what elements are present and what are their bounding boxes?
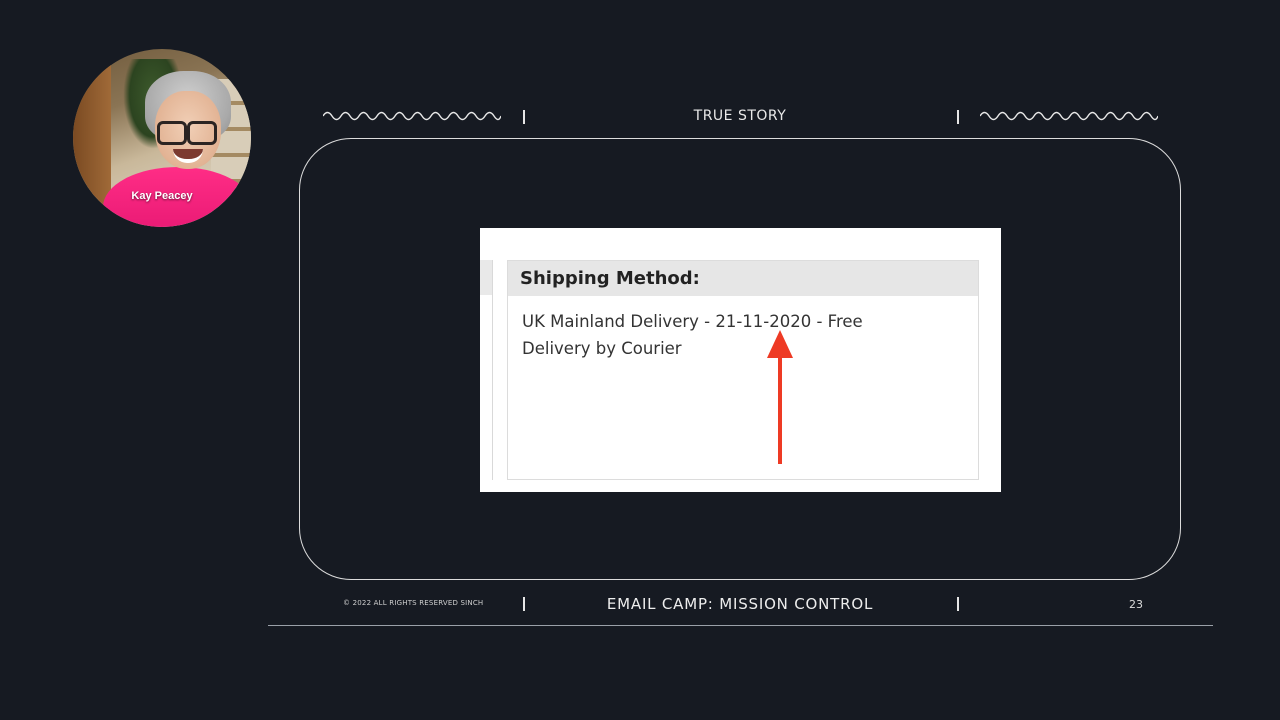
header-wave-left-icon [323,111,501,121]
header-wave-right-icon [980,111,1158,121]
shipping-method-panel: Shipping Method: UK Mainland Delivery - … [507,260,979,480]
speaker-webcam: Kay Peacey [73,49,251,227]
shipping-line-2: Delivery by Courier [522,339,682,358]
footer-divider-right [957,597,959,611]
slide-page-number: 23 [1129,598,1143,611]
slide-header-title: TRUE STORY [693,108,787,124]
shipping-method-heading: Shipping Method: [508,261,978,296]
shipping-method-details: UK Mainland Delivery - 21-11-2020 - Free… [508,296,978,362]
header-divider-left [523,110,525,124]
footer-copyright: © 2022 ALL RIGHTS RESERVED SINCH [343,599,484,607]
speaker-glasses-left [157,121,187,145]
email-left-edge [492,260,493,480]
email-screenshot: Shipping Method: UK Mainland Delivery - … [480,228,1001,492]
slide-stage: Kay Peacey TRUE STORY Shipping Method: U… [0,0,1280,720]
speaker-name-tag: Kay Peacey [131,190,193,202]
footer-divider-left [523,597,525,611]
shipping-line-1: UK Mainland Delivery - 21-11-2020 - Free [522,312,863,331]
email-left-strip [480,260,492,295]
red-arrow-up-icon [767,330,793,464]
speaker-glasses-right [187,121,217,145]
header-divider-right [957,110,959,124]
footer-title: EMAIL CAMP: MISSION CONTROL [606,595,874,613]
footer-rule [268,625,1213,626]
